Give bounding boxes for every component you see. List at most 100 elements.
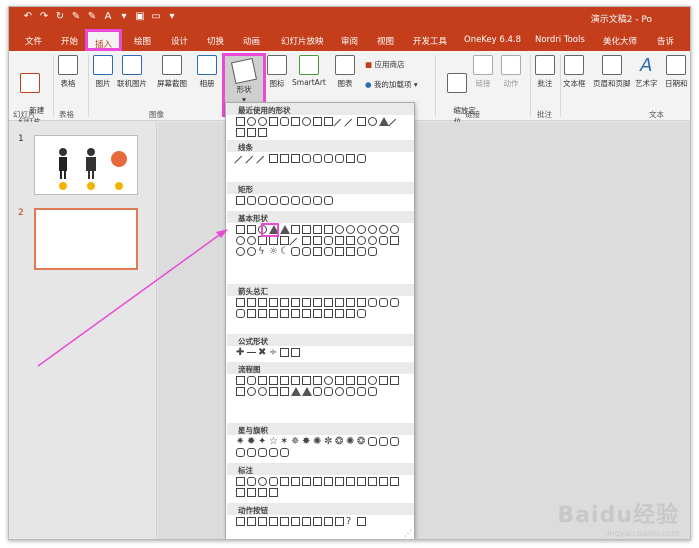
divide-math-shape[interactable]: ÷ bbox=[269, 348, 278, 358]
quad-arrow-callout-shape[interactable] bbox=[346, 309, 355, 318]
rectangle-callout-shape[interactable] bbox=[236, 477, 245, 486]
line-callout-shape[interactable] bbox=[379, 477, 388, 486]
curved-right-arrow-shape[interactable] bbox=[368, 298, 377, 307]
wave-shape[interactable] bbox=[269, 448, 278, 457]
tab-home[interactable]: 开始 bbox=[61, 35, 78, 47]
line-callout-shape[interactable] bbox=[247, 488, 256, 497]
line-callout-shape[interactable] bbox=[269, 488, 278, 497]
font-icon[interactable]: A bbox=[103, 11, 113, 22]
connector-shape[interactable] bbox=[368, 376, 377, 385]
slide-thumbnail-2[interactable] bbox=[34, 208, 138, 270]
tab-animations[interactable]: 动画 bbox=[243, 35, 260, 47]
curve-connector-shape[interactable] bbox=[313, 154, 322, 163]
merge-shape[interactable] bbox=[302, 387, 312, 396]
header-footer-button[interactable]: 页眉和页脚 bbox=[593, 55, 631, 89]
sort-shape[interactable] bbox=[280, 387, 289, 396]
star-10-shape[interactable]: ✺ bbox=[313, 437, 322, 447]
lightning-shape[interactable]: ϟ bbox=[258, 247, 267, 257]
line-callout-shape[interactable] bbox=[313, 477, 322, 486]
stored-data-shape[interactable] bbox=[313, 387, 322, 396]
sun-shape[interactable]: ☼ bbox=[269, 247, 278, 257]
tab-review[interactable]: 审阅 bbox=[341, 35, 358, 47]
date-time-button[interactable]: 日期和 bbox=[665, 55, 688, 89]
internal-storage-shape[interactable] bbox=[291, 376, 300, 385]
bent-up-arrow-shape[interactable] bbox=[357, 298, 366, 307]
manual-input-shape[interactable] bbox=[346, 376, 355, 385]
left-right-arrow-callout-shape[interactable] bbox=[335, 309, 344, 318]
round-rectangle-shape[interactable] bbox=[302, 196, 311, 205]
card-shape[interactable] bbox=[390, 376, 399, 385]
double-brace-shape[interactable] bbox=[324, 247, 333, 256]
line-callout-shape[interactable] bbox=[236, 488, 245, 497]
curved-ribbon-shape[interactable] bbox=[236, 448, 245, 457]
arc-shape[interactable] bbox=[280, 117, 289, 126]
star-16-shape[interactable]: ❂ bbox=[335, 437, 344, 447]
process-shape[interactable] bbox=[236, 376, 245, 385]
heart-shape[interactable] bbox=[247, 247, 256, 256]
action-button[interactable]: 动作 bbox=[501, 55, 521, 89]
punched-tape-shape[interactable] bbox=[236, 387, 245, 396]
left-right-arrow-shape[interactable] bbox=[280, 298, 289, 307]
line-shape[interactable] bbox=[388, 118, 402, 133]
teardrop-shape[interactable] bbox=[247, 236, 256, 245]
star-4-shape[interactable]: ✦ bbox=[258, 437, 267, 447]
left-arrow-callout-shape[interactable] bbox=[313, 309, 322, 318]
text-box-shape[interactable] bbox=[236, 117, 245, 126]
tab-file[interactable]: 文件 bbox=[25, 35, 42, 47]
scroll-shape[interactable] bbox=[258, 448, 267, 457]
text-box-shape[interactable] bbox=[324, 117, 333, 126]
star-8-shape[interactable]: ✸ bbox=[302, 437, 311, 447]
line-callout-shape[interactable] bbox=[390, 477, 399, 486]
icons-button[interactable]: 图标 bbox=[267, 55, 287, 89]
wordart-button[interactable]: A 艺术字 bbox=[635, 55, 658, 89]
textbox-button[interactable]: 文本框 bbox=[563, 55, 586, 89]
predefined-process-shape[interactable] bbox=[280, 376, 289, 385]
action-home-shape[interactable] bbox=[280, 517, 289, 526]
multidocument-shape[interactable] bbox=[313, 376, 322, 385]
line-callout-shape[interactable] bbox=[346, 477, 355, 486]
left-brace-shape[interactable] bbox=[357, 247, 366, 256]
data-shape[interactable] bbox=[269, 376, 278, 385]
left-right-up-arrow-shape[interactable] bbox=[313, 298, 322, 307]
right-triangle-shape[interactable] bbox=[280, 225, 290, 234]
double-bracket-shape[interactable] bbox=[313, 247, 322, 256]
elbow-connector-shape[interactable] bbox=[247, 128, 256, 137]
octagon-shape[interactable] bbox=[357, 225, 366, 234]
oval-callout-shape[interactable] bbox=[258, 477, 267, 486]
up-down-arrow-shape[interactable] bbox=[291, 298, 300, 307]
up-arrow-callout-shape[interactable] bbox=[324, 309, 333, 318]
curved-down-arrow-shape[interactable] bbox=[236, 309, 245, 318]
explosion-shape[interactable]: ✷ bbox=[236, 437, 245, 447]
text-box-shape[interactable] bbox=[236, 225, 245, 234]
notched-right-arrow-shape[interactable] bbox=[258, 309, 267, 318]
summing-junction-shape[interactable] bbox=[247, 387, 256, 396]
star-5-shape[interactable]: ☆ bbox=[269, 437, 278, 447]
line-callout-shape[interactable] bbox=[280, 477, 289, 486]
pentagon-arrow-shape[interactable] bbox=[269, 309, 278, 318]
cube-shape[interactable] bbox=[335, 236, 344, 245]
vertical-text-box-shape[interactable] bbox=[247, 225, 256, 234]
diamond-shape[interactable] bbox=[291, 117, 300, 126]
smiley-shape[interactable] bbox=[236, 247, 245, 256]
heptagon-shape[interactable] bbox=[346, 225, 355, 234]
screenshot-button[interactable]: 屏幕截图 bbox=[157, 55, 187, 89]
online-picture-button[interactable]: 联机图片 bbox=[117, 55, 147, 89]
magnetic-disk-shape[interactable] bbox=[346, 387, 355, 396]
trapezoid-shape[interactable] bbox=[302, 225, 311, 234]
arrow-line-shape[interactable] bbox=[344, 118, 358, 133]
action-forward-shape[interactable] bbox=[247, 517, 256, 526]
album-button[interactable]: 相册 bbox=[197, 55, 217, 89]
left-bracket-shape[interactable] bbox=[335, 247, 344, 256]
action-blank-shape[interactable] bbox=[357, 517, 366, 526]
action-information-shape[interactable] bbox=[291, 517, 300, 526]
customize-qat-icon[interactable]: ▾ bbox=[167, 11, 177, 22]
decision-shape[interactable] bbox=[258, 376, 267, 385]
action-back-shape[interactable] bbox=[236, 517, 245, 526]
dodecagon-shape[interactable] bbox=[379, 225, 388, 234]
multiply-math-shape[interactable]: ✖ bbox=[258, 348, 267, 358]
round-rectangle-shape[interactable] bbox=[324, 196, 333, 205]
sequential-access-storage-shape[interactable] bbox=[335, 387, 344, 396]
tab-view[interactable]: 视图 bbox=[377, 35, 394, 47]
donut-shape[interactable] bbox=[357, 236, 366, 245]
or-shape[interactable] bbox=[258, 387, 267, 396]
